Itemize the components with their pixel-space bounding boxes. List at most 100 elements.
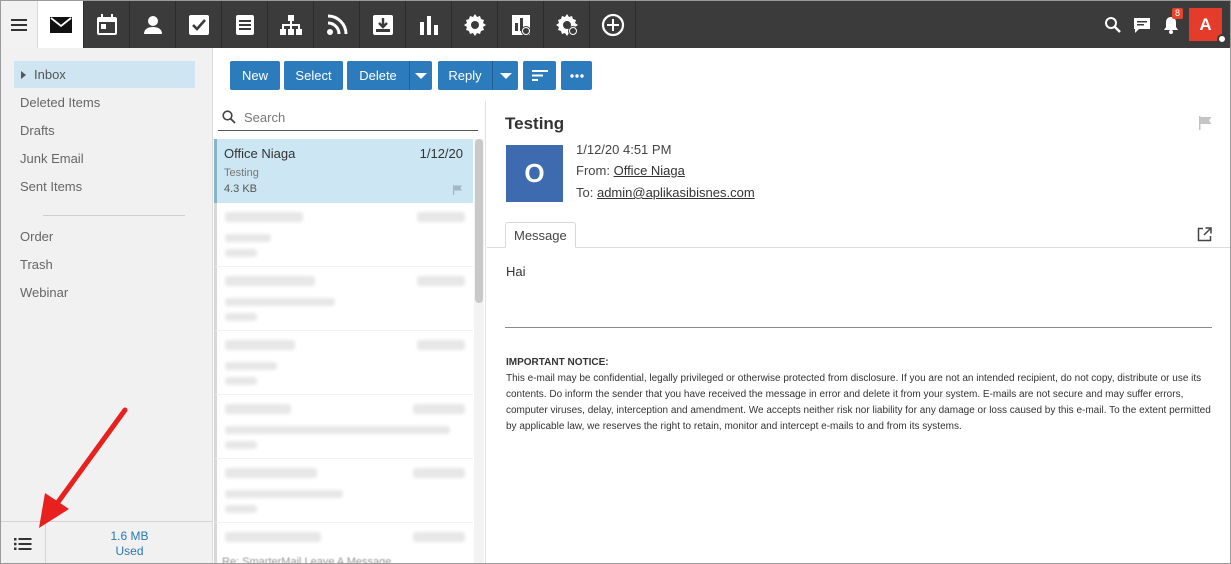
contacts-icon	[143, 15, 162, 34]
calendar-icon	[96, 13, 117, 35]
download-box-icon	[372, 14, 393, 35]
folder-inbox[interactable]: Inbox	[14, 61, 195, 88]
notification-badge: 8	[1172, 8, 1183, 19]
search-button[interactable]	[1098, 1, 1127, 48]
user-avatar[interactable]: A	[1189, 8, 1227, 44]
reply-dropdown-button[interactable]	[492, 61, 518, 90]
from-link[interactable]: Office Niaga	[614, 163, 685, 178]
delete-button[interactable]: Delete	[347, 61, 409, 90]
new-button[interactable]: New	[230, 61, 280, 90]
message-subject-heading: Testing	[505, 114, 565, 133]
flag-icon[interactable]	[453, 185, 463, 195]
folder-deleted-items[interactable]: Deleted Items	[14, 89, 195, 116]
folder-list-toggle-button[interactable]	[1, 522, 46, 563]
nav-contacts[interactable]	[130, 1, 176, 48]
search-icon	[1104, 16, 1121, 33]
chevron-down-icon	[499, 72, 512, 79]
folder-label: Junk Email	[20, 151, 84, 166]
reply-button[interactable]: Reply	[438, 61, 492, 90]
domain-settings-icon	[555, 13, 578, 36]
message-sender: Office Niaga	[224, 146, 296, 161]
more-actions-button[interactable]	[561, 61, 592, 90]
nav-file-storage[interactable]	[268, 1, 314, 48]
sort-icon	[531, 70, 548, 81]
message-body: Hai	[506, 264, 526, 279]
notice-title: IMPORTANT NOTICE:	[506, 357, 609, 368]
rss-icon	[326, 14, 347, 35]
folder-label: Webinar	[20, 285, 69, 300]
folder-webinar[interactable]: Webinar	[14, 279, 195, 306]
list-icon	[14, 538, 32, 550]
search-input[interactable]	[244, 109, 464, 125]
nav-email[interactable]	[38, 1, 84, 48]
main-menu-button[interactable]	[1, 1, 38, 48]
folder-label: Trash	[20, 257, 53, 272]
nav-news-feeds[interactable]	[314, 1, 360, 48]
message-datetime: 1/12/20 4:51 PM	[576, 142, 672, 157]
flag-icon[interactable]	[1199, 116, 1212, 130]
message-row-blurred[interactable]	[214, 331, 473, 395]
sender-avatar: O	[506, 145, 563, 202]
folder-junk-email[interactable]: Junk Email	[14, 145, 195, 172]
nav-reports[interactable]	[406, 1, 452, 48]
mail-icon	[49, 16, 72, 33]
search-icon	[222, 110, 236, 124]
message-from-line: From: Office Niaga	[576, 163, 685, 178]
folder-drafts[interactable]: Drafts	[14, 117, 195, 144]
caret-right-icon	[21, 71, 26, 79]
search-box	[218, 104, 478, 131]
message-row-selected[interactable]: Office Niaga 1/12/20 Testing 4.3 KB	[214, 139, 473, 203]
message-date: 1/12/20	[419, 146, 463, 161]
sort-button[interactable]	[523, 61, 556, 90]
message-row-partial-subject: Re: SmarterMail Leave A Message	[222, 556, 392, 564]
folder-label: Order	[20, 229, 54, 244]
folder-sent-items[interactable]: Sent Items	[14, 173, 195, 200]
file-tree-icon	[279, 14, 302, 35]
delete-dropdown-button[interactable]	[409, 61, 432, 90]
app-window: 8 A Inbox Deleted Items Drafts Junk Emai…	[0, 0, 1231, 564]
nav-download[interactable]	[360, 1, 406, 48]
message-to-line: To: admin@aplikasibisnes.com	[576, 185, 755, 200]
scrollbar-thumb[interactable]	[475, 139, 483, 303]
message-row-blurred[interactable]	[214, 267, 473, 331]
message-list-scrollbar[interactable]	[474, 139, 484, 563]
message-toolbar: New Select Delete Reply	[214, 48, 1230, 101]
nav-add[interactable]	[590, 1, 636, 48]
folder-sidebar: Inbox Deleted Items Drafts Junk Email Se…	[1, 48, 213, 563]
signature-divider	[505, 327, 1212, 328]
tasks-icon	[188, 14, 209, 35]
nav-notes[interactable]	[222, 1, 268, 48]
nav-domain-reports[interactable]	[498, 1, 544, 48]
domain-reports-icon	[511, 14, 531, 36]
chevron-down-icon	[415, 72, 427, 79]
user-avatar-letter: A	[1199, 14, 1212, 34]
chat-button[interactable]	[1127, 1, 1156, 48]
nav-settings[interactable]	[452, 1, 498, 48]
ellipsis-icon	[569, 73, 584, 78]
tab-divider	[487, 247, 1230, 248]
notifications-button[interactable]: 8	[1156, 1, 1185, 48]
notes-icon	[235, 14, 254, 35]
nav-domain-settings[interactable]	[544, 1, 590, 48]
folder-label: Drafts	[20, 123, 55, 138]
message-row-blurred[interactable]	[214, 203, 473, 267]
select-button[interactable]: Select	[284, 61, 343, 90]
folder-order[interactable]: Order	[14, 223, 195, 250]
nav-calendar[interactable]	[84, 1, 130, 48]
storage-usage[interactable]: 1.6 MB Used	[46, 522, 213, 563]
nav-tasks[interactable]	[176, 1, 222, 48]
top-navigation-bar: 8 A	[1, 1, 1230, 48]
tab-message[interactable]: Message	[505, 222, 576, 248]
chat-icon	[1133, 17, 1150, 33]
hamburger-icon	[11, 18, 27, 31]
popout-icon[interactable]	[1197, 227, 1212, 242]
storage-usage-label: Used	[115, 543, 144, 558]
folder-label: Sent Items	[20, 179, 83, 194]
sender-avatar-letter: O	[524, 158, 545, 188]
to-link[interactable]: admin@aplikasibisnes.com	[597, 185, 755, 200]
folder-trash[interactable]: Trash	[14, 251, 195, 278]
folder-label: Inbox	[34, 67, 66, 82]
message-row-blurred[interactable]	[214, 395, 473, 459]
message-row-blurred[interactable]	[214, 459, 473, 523]
add-circle-icon	[601, 13, 624, 36]
